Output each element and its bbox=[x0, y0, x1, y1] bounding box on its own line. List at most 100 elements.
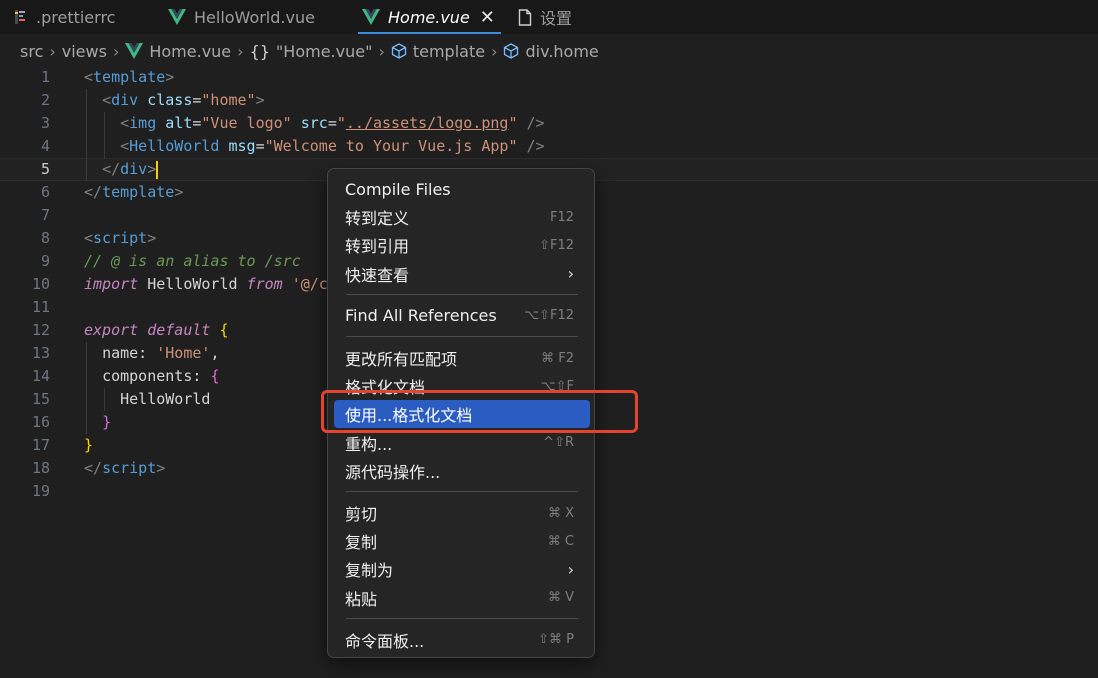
code-text: import HelloWorld from '@/c bbox=[84, 275, 328, 293]
menu-item[interactable]: 剪切 ⌘ X bbox=[334, 499, 590, 527]
code-line[interactable]: 4 <HelloWorld msg="Welcome to Your Vue.j… bbox=[0, 135, 1098, 158]
braces-icon: {} bbox=[249, 41, 270, 61]
menu-item-label: Find All References bbox=[345, 306, 497, 326]
menu-item[interactable]: 复制 ⌘ C bbox=[334, 527, 590, 555]
chevron-right-icon: › bbox=[378, 41, 385, 61]
tab-label: Home.vue bbox=[388, 7, 470, 27]
menu-item-shortcut: ⇧F12 bbox=[539, 237, 574, 253]
close-icon[interactable]: ✕ bbox=[480, 7, 495, 28]
vue-file-icon bbox=[362, 9, 380, 25]
menu-item-shortcut: ⌥⇧F12 bbox=[524, 308, 574, 324]
code-text: </script> bbox=[84, 459, 166, 477]
line-number: 14 bbox=[31, 367, 50, 385]
breadcrumb-item-views[interactable]: views bbox=[62, 42, 107, 61]
line-number: 12 bbox=[31, 321, 50, 339]
menu-item-shortcut: ⌘ V bbox=[547, 590, 574, 606]
code-text: <img alt="Vue logo" src="../assets/logo.… bbox=[120, 114, 545, 132]
menu-separator bbox=[346, 617, 578, 619]
menu-item[interactable]: Find All References ⌥⇧F12 bbox=[334, 302, 590, 330]
breadcrumb-item-template[interactable]: template bbox=[413, 42, 485, 61]
chevron-right-icon: › bbox=[49, 41, 56, 61]
cube-icon bbox=[391, 43, 407, 59]
menu-item-label: 源代码操作... bbox=[345, 462, 441, 482]
line-number: 10 bbox=[31, 275, 50, 293]
code-text: components: { bbox=[102, 367, 220, 385]
menu-item-label: 转到引用 bbox=[345, 237, 410, 257]
code-text: } bbox=[84, 436, 94, 454]
code-text: } bbox=[102, 413, 112, 431]
menu-item[interactable]: 粘贴 ⌘ V bbox=[334, 584, 590, 612]
editor-tab-bar: .prettierrc HelloWorld.vue Home.vue ✕ 设置 bbox=[0, 0, 1098, 34]
line-number: 18 bbox=[31, 459, 50, 477]
indent-guide bbox=[86, 342, 87, 434]
text-cursor bbox=[156, 160, 159, 179]
breadcrumb-item-home-vue[interactable]: Home.vue bbox=[149, 42, 231, 61]
menu-item[interactable]: 转到引用 ⇧F12 bbox=[334, 231, 590, 259]
chevron-right-icon: › bbox=[491, 41, 498, 61]
chevron-right-icon: › bbox=[567, 559, 574, 579]
tab-prettierrc[interactable]: .prettierrc bbox=[14, 0, 115, 34]
menu-item[interactable]: 源代码操作... bbox=[334, 457, 590, 485]
tab-label: .prettierrc bbox=[36, 7, 116, 27]
menu-item-shortcut: ⌘ X bbox=[547, 505, 574, 521]
code-line[interactable]: 2 <div class="home"> bbox=[0, 89, 1098, 112]
menu-item-label: 快速查看 bbox=[345, 265, 410, 285]
menu-item[interactable]: 更改所有匹配项 ⌘ F2 bbox=[334, 344, 590, 372]
menu-item[interactable]: 转到定义 F12 bbox=[334, 203, 590, 231]
menu-item[interactable]: 快速查看 › bbox=[334, 260, 590, 288]
tab-label: 设置 bbox=[540, 9, 573, 28]
line-number: 2 bbox=[40, 91, 50, 109]
line-number: 9 bbox=[40, 252, 50, 270]
line-number: 5 bbox=[40, 160, 50, 178]
line-number: 13 bbox=[31, 344, 50, 362]
chevron-right-icon: › bbox=[112, 41, 120, 61]
code-text: <template> bbox=[84, 68, 175, 86]
code-line[interactable]: 1 <template> bbox=[0, 66, 1098, 89]
menu-item-label: 复制 bbox=[345, 533, 378, 553]
menu-item-shortcut: F12 bbox=[549, 209, 574, 225]
tab-helloworld-vue[interactable]: HelloWorld.vue bbox=[168, 0, 315, 34]
breadcrumb-item-home-vue-string[interactable]: "Home.vue" bbox=[276, 42, 373, 61]
tab-home-vue[interactable]: Home.vue ✕ bbox=[358, 0, 501, 34]
menu-separator bbox=[346, 293, 578, 295]
code-text: HelloWorld bbox=[120, 390, 211, 408]
menu-item-label: 复制为 bbox=[345, 561, 394, 581]
code-text: name: 'Home', bbox=[102, 344, 220, 362]
code-text: // @ is an alias to /src bbox=[84, 252, 301, 270]
code-text: <HelloWorld msg="Welcome to Your Vue.js … bbox=[120, 137, 545, 155]
menu-item-label: 剪切 bbox=[345, 505, 378, 524]
annotation-highlight-box bbox=[321, 390, 638, 433]
indent-guide bbox=[104, 112, 105, 158]
chevron-right-icon: › bbox=[237, 41, 244, 61]
menu-item[interactable]: 复制为 › bbox=[334, 555, 590, 583]
line-number: 6 bbox=[40, 183, 50, 201]
breadcrumb: src › views › Home.vue › {} "Home.vue" ›… bbox=[0, 38, 1098, 64]
code-line[interactable]: 3 <img alt="Vue logo" src="../assets/log… bbox=[0, 112, 1098, 135]
code-text: </template> bbox=[84, 183, 184, 201]
line-number: 8 bbox=[40, 229, 50, 247]
code-text: <script> bbox=[84, 229, 157, 247]
line-number: 4 bbox=[40, 137, 50, 155]
menu-item-shortcut: ⇧⌘ P bbox=[538, 632, 574, 648]
tab-label: HelloWorld.vue bbox=[194, 7, 315, 27]
line-number: 17 bbox=[31, 436, 50, 454]
cube-icon bbox=[503, 43, 519, 59]
code-text: </div> bbox=[102, 160, 159, 179]
menu-item-label: 更改所有匹配项 bbox=[345, 350, 458, 369]
indent-guide bbox=[104, 388, 105, 411]
menu-item-label: 转到定义 bbox=[345, 209, 410, 229]
menu-item[interactable]: Compile Files bbox=[334, 175, 590, 203]
tab-settings[interactable]: 设置 bbox=[518, 0, 572, 34]
menu-item-label: 粘贴 bbox=[345, 589, 378, 609]
menu-separator bbox=[346, 336, 578, 337]
line-number: 7 bbox=[40, 206, 50, 224]
indent-guide bbox=[86, 89, 87, 181]
line-number: 19 bbox=[31, 482, 50, 500]
menu-separator bbox=[346, 491, 578, 492]
breadcrumb-item-div-home[interactable]: div.home bbox=[525, 42, 598, 61]
breadcrumb-item-src[interactable]: src bbox=[20, 42, 43, 61]
menu-item-shortcut: ⌘ C bbox=[547, 533, 574, 549]
chevron-right-icon: › bbox=[567, 264, 574, 284]
menu-item-shortcut: ⌘ F2 bbox=[541, 350, 574, 366]
menu-item[interactable]: 命令面板... ⇧⌘ P bbox=[334, 626, 590, 654]
